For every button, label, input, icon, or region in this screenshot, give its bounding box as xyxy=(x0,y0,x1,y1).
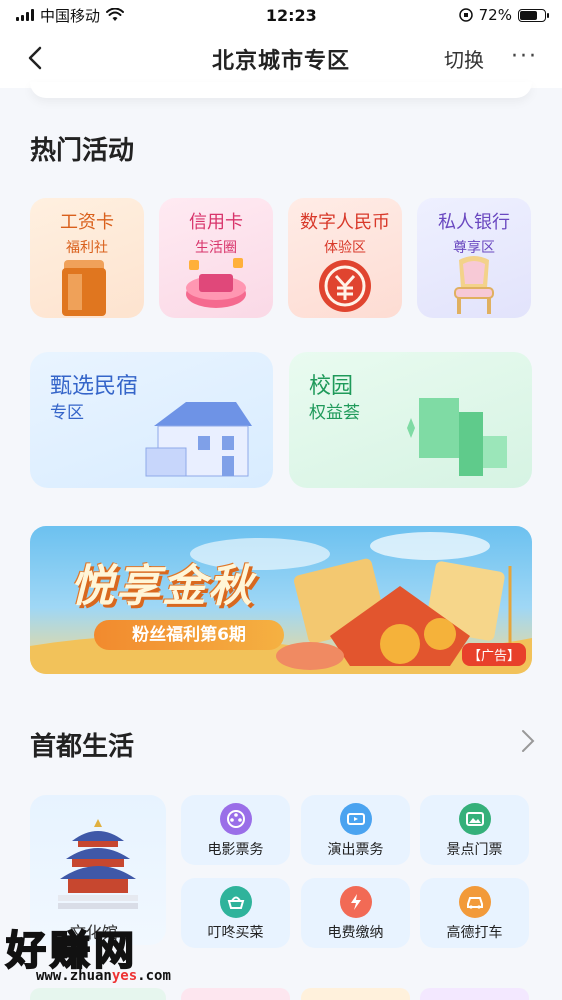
salary-card-icon xyxy=(62,260,106,316)
previous-card-edge xyxy=(30,82,532,98)
temple-of-heaven-icon xyxy=(58,819,138,909)
vegetable-icon xyxy=(219,886,252,918)
lightning-icon xyxy=(339,886,372,918)
capital-life-title: 首都生活 xyxy=(30,732,135,762)
film-icon xyxy=(219,803,252,835)
tile-campus-line2: 权益荟 xyxy=(309,403,360,423)
status-time: 12:23 xyxy=(265,5,317,25)
banner-subtitle: 粉丝福利第6期 xyxy=(94,620,284,650)
next-row-peek xyxy=(301,988,410,1000)
private-bank-chair-icon xyxy=(454,256,494,314)
tile-line1: 数字人民币 xyxy=(300,212,390,233)
next-row-peek xyxy=(181,988,290,1000)
life-item-label: 电影票务 xyxy=(207,842,264,858)
life-item-label: 电费缴纳 xyxy=(327,925,384,941)
tile-homestay[interactable]: 甄选民宿 专区 xyxy=(30,352,273,488)
credit-card-icon xyxy=(186,258,246,308)
scenery-icon xyxy=(458,803,491,835)
watermark-url: www.zhuanyes.com xyxy=(36,968,171,984)
next-row-peek xyxy=(420,988,529,1000)
back-arrow-icon[interactable] xyxy=(22,44,50,72)
tile-digital-rmb[interactable]: 数字人民币 体验区 xyxy=(288,198,402,318)
house-icon xyxy=(145,402,252,477)
life-item-label: 景点门票 xyxy=(446,842,503,858)
hot-activities-title: 热门活动 xyxy=(30,136,135,166)
status-bar: 中国移动 12:23 72% xyxy=(0,0,562,30)
orientation-lock-icon xyxy=(458,8,473,22)
page-title: 北京城市专区 xyxy=(211,49,350,74)
chevron-right-icon[interactable] xyxy=(518,728,538,754)
ad-badge: 【广告】 xyxy=(461,643,526,666)
battery-percent: 72% xyxy=(478,6,512,24)
tile-campus[interactable]: 校园 权益荟 xyxy=(289,352,532,488)
scroll-icon xyxy=(407,398,507,476)
switch-city-button[interactable]: 切换 xyxy=(444,44,484,73)
watermark-url-post: .com xyxy=(137,968,171,984)
watermark-url-pre: www.zhuan xyxy=(36,968,112,984)
status-left: 中国移动 xyxy=(16,5,125,26)
status-right: 72% xyxy=(458,6,549,24)
more-menu-button[interactable]: ··· xyxy=(511,44,538,69)
tile-salary-card[interactable]: 工资卡 福利社 xyxy=(30,198,144,318)
promo-banner[interactable]: 悦享金秋 粉丝福利第6期 【广告】 xyxy=(30,526,532,674)
next-row-peek xyxy=(30,988,166,1000)
battery-fill xyxy=(519,10,538,20)
tile-line1: 私人银行 xyxy=(438,212,510,233)
digital-rmb-icon xyxy=(319,260,371,312)
life-item-scenery[interactable]: 景点门票 xyxy=(420,795,529,865)
life-item-label: 高德打车 xyxy=(446,925,503,941)
banner-title: 悦享金秋 xyxy=(70,561,254,612)
battery-icon xyxy=(517,8,549,22)
ticket-icon xyxy=(339,803,372,835)
wifi-icon xyxy=(106,8,125,21)
tile-line1: 工资卡 xyxy=(60,212,114,233)
nav-bar: 北京城市专区 切换 ··· xyxy=(0,30,562,88)
tile-credit-card[interactable]: 信用卡 生活圈 xyxy=(159,198,273,318)
tile-homestay-line1: 甄选民宿 xyxy=(50,374,139,399)
watermark-url-mid: yes xyxy=(111,968,138,984)
life-item-electricity[interactable]: 电费缴纳 xyxy=(301,878,410,948)
tile-private-bank[interactable]: 私人银行 尊享区 xyxy=(417,198,531,318)
watermark: 好赚网 www.zhuanyes.com xyxy=(0,918,210,988)
tile-campus-line1: 校园 xyxy=(309,374,354,399)
life-item-movie[interactable]: 电影票务 xyxy=(181,795,290,865)
signal-icon xyxy=(16,9,34,21)
taxi-icon xyxy=(458,886,491,918)
tile-line1: 信用卡 xyxy=(189,212,243,233)
life-item-show[interactable]: 演出票务 xyxy=(301,795,410,865)
carrier-label: 中国移动 xyxy=(40,6,101,25)
life-item-taxi[interactable]: 高德打车 xyxy=(420,878,529,948)
tile-homestay-line2: 专区 xyxy=(50,403,84,423)
life-item-label: 演出票务 xyxy=(327,842,384,858)
